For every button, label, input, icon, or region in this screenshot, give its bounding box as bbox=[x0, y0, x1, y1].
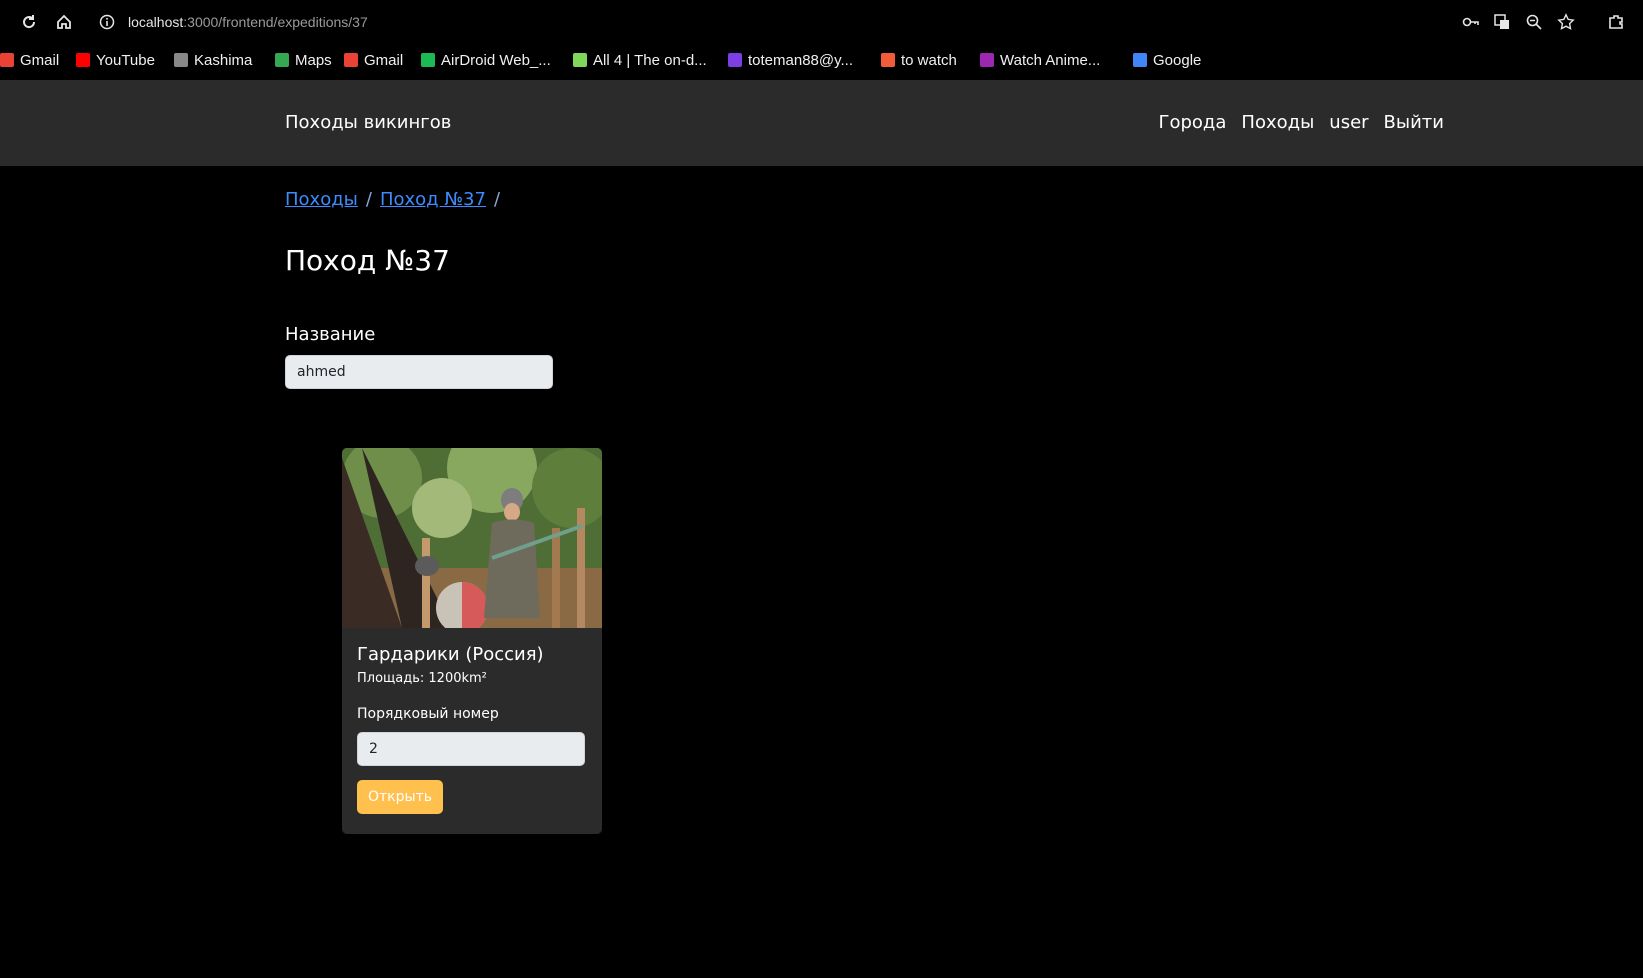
url-path: :3000/frontend/expeditions/37 bbox=[183, 14, 368, 30]
bookmark-item[interactable]: to watch bbox=[881, 52, 957, 69]
breadcrumb-expedition-37[interactable]: Поход №37 bbox=[380, 189, 486, 210]
play-icon bbox=[980, 53, 994, 67]
gmail-icon bbox=[344, 53, 358, 67]
bookmark-item[interactable]: All 4 | The on-d... bbox=[573, 52, 707, 69]
navbar-links: Города Походы user Выйти bbox=[1159, 112, 1445, 133]
open-button[interactable]: Открыть bbox=[357, 780, 443, 814]
bookmark-item[interactable]: Gmail bbox=[344, 52, 403, 69]
bookmark-label: YouTube bbox=[96, 51, 155, 69]
extensions-icon[interactable] bbox=[1604, 10, 1628, 34]
breadcrumb-expeditions[interactable]: Походы bbox=[285, 189, 358, 210]
bookmark-label: to watch bbox=[901, 51, 957, 69]
bookmark-item[interactable]: Kashima bbox=[174, 52, 252, 69]
maps-icon bbox=[275, 53, 289, 67]
bookmark-label: AirDroid Web_... bbox=[441, 51, 551, 69]
bookmark-label: Maps bbox=[295, 51, 332, 69]
home-icon[interactable] bbox=[52, 10, 76, 34]
bookmark-item[interactable]: YouTube bbox=[76, 52, 155, 69]
translate-icon[interactable] bbox=[1490, 10, 1514, 34]
bookmark-label: Kashima bbox=[194, 51, 253, 69]
reload-icon[interactable] bbox=[17, 10, 41, 34]
browser-toolbar: localhost:3000/frontend/expeditions/37 bbox=[0, 0, 1643, 44]
breadcrumb-separator: / bbox=[365, 189, 372, 210]
bookmark-item[interactable]: Watch Anime... bbox=[980, 52, 1100, 69]
city-card: Гардарики (Россия) Площадь: 1200km² Поря… bbox=[342, 448, 602, 834]
name-input[interactable] bbox=[285, 355, 553, 389]
video-icon bbox=[881, 53, 895, 67]
city-image bbox=[342, 448, 602, 628]
page-title: Поход №37 bbox=[285, 244, 450, 277]
breadcrumb-separator: / bbox=[493, 189, 501, 210]
bookmark-item[interactable]: toteman88@y... bbox=[728, 52, 853, 69]
bookmarks-bar: Gmail YouTube Kashima Maps Gmail AirDroid Web… bbox=[0, 44, 1643, 76]
all4-icon bbox=[573, 53, 587, 67]
city-title: Гардарики (Россия) bbox=[357, 644, 544, 665]
site-info-icon[interactable] bbox=[95, 10, 119, 34]
nav-link-logout[interactable]: Выйти bbox=[1384, 112, 1444, 133]
password-key-icon[interactable] bbox=[1459, 10, 1483, 34]
youtube-icon bbox=[76, 53, 90, 67]
bookmark-item[interactable]: Gmail bbox=[0, 52, 59, 69]
nav-link-cities[interactable]: Города bbox=[1159, 112, 1227, 133]
nav-link-expeditions[interactable]: Походы bbox=[1241, 112, 1314, 133]
bookmark-label: Watch Anime... bbox=[1000, 51, 1101, 69]
bookmark-label: All 4 | The on-d... bbox=[593, 51, 707, 69]
name-label: Название bbox=[285, 324, 376, 345]
nav-link-user[interactable]: user bbox=[1329, 112, 1368, 133]
navbar-brand[interactable]: Походы викингов bbox=[285, 112, 451, 133]
google-icon bbox=[1133, 53, 1147, 67]
breadcrumb: Походы / Поход №37 / bbox=[285, 189, 500, 210]
gmail-icon bbox=[0, 53, 14, 67]
url-host: localhost bbox=[128, 14, 184, 30]
globe-icon bbox=[174, 53, 188, 67]
bookmark-label: Gmail bbox=[20, 51, 60, 69]
address-bar[interactable]: localhost:3000/frontend/expeditions/37 bbox=[128, 12, 368, 32]
bookmark-item[interactable]: AirDroid Web_... bbox=[421, 52, 551, 69]
bookmark-label: toteman88@y... bbox=[748, 51, 853, 69]
order-label: Порядковый номер bbox=[357, 706, 499, 722]
bookmark-item[interactable]: Maps bbox=[275, 52, 332, 69]
airdroid-icon bbox=[421, 53, 435, 67]
bookmark-label: Gmail bbox=[364, 51, 404, 69]
city-area: Площадь: 1200km² bbox=[357, 671, 487, 686]
navbar: Походы викингов Города Походы user Выйти bbox=[0, 80, 1643, 166]
bookmark-star-icon[interactable] bbox=[1554, 10, 1578, 34]
order-input[interactable] bbox=[357, 732, 585, 766]
bookmark-label: Google bbox=[1153, 51, 1202, 69]
bookmark-item[interactable]: Google bbox=[1133, 52, 1201, 69]
mail-icon bbox=[728, 53, 742, 67]
zoom-icon[interactable] bbox=[1522, 10, 1546, 34]
